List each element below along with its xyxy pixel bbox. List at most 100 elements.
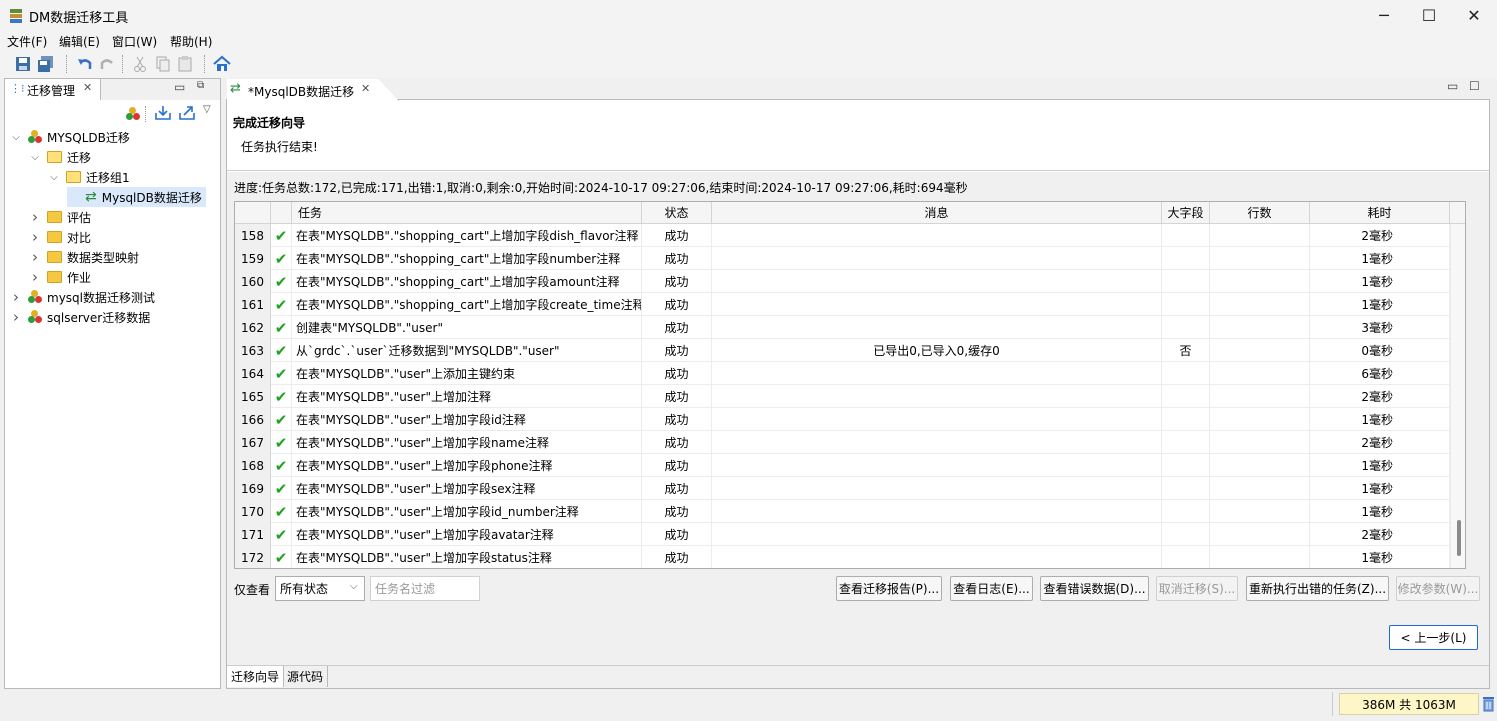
scrollbar-thumb[interactable] (1457, 520, 1461, 556)
chevron-right-icon[interactable]: › (29, 248, 41, 266)
chevron-right-icon[interactable]: › (29, 228, 41, 246)
cancel-migration-button[interactable]: 取消迁移(S)... (1156, 576, 1238, 601)
lob-cell (1162, 523, 1210, 546)
close-tab-icon[interactable]: ✕ (83, 81, 92, 94)
tab-wizard[interactable]: 迁移向导 (227, 666, 285, 687)
table-row[interactable]: 164 ✔ 在表"MYSQLDB"."user"上添加主键约束 成功 6毫秒 (235, 362, 1450, 385)
message-cell (712, 224, 1162, 247)
column-header-lob[interactable]: 大字段 (1162, 202, 1210, 224)
menu-help[interactable]: 帮助(H) (170, 33, 212, 50)
tree-item[interactable]: › 数据类型映射 (29, 247, 139, 267)
folder-icon (47, 231, 62, 243)
table-row[interactable]: 166 ✔ 在表"MYSQLDB"."user"上增加字段id注释 成功 1毫秒 (235, 408, 1450, 431)
table-row[interactable]: 163 ✔ 从`grdc`.`user`迁移数据到"MYSQLDB"."user" 成… (235, 339, 1450, 362)
view-error-data-button[interactable]: 查看错误数据(D)... (1040, 576, 1149, 601)
status-cell: 成功 (642, 339, 712, 362)
status-filter-select[interactable]: 所有状态 ⌵ (275, 576, 365, 601)
table-row[interactable]: 170 ✔ 在表"MYSQLDB"."user"上增加字段id_number注释 成功… (235, 500, 1450, 523)
chevron-down-icon[interactable]: ⌵ (29, 152, 41, 163)
column-header-message[interactable]: 消息 (712, 202, 1162, 224)
chevron-down-icon[interactable]: ⌵ (48, 172, 60, 183)
minimize-button[interactable]: ─ (1361, 0, 1407, 31)
menu-edit[interactable]: 编辑(E) (59, 33, 100, 50)
undo-icon[interactable] (76, 55, 94, 73)
tree-item[interactable]: › sqlserver迁移数据 (10, 307, 150, 327)
tree-item[interactable]: ⌵ 迁移组1 (48, 167, 129, 187)
chevron-right-icon[interactable]: › (10, 308, 22, 326)
garbage-collect-icon[interactable] (1482, 695, 1495, 712)
time-cell: 1毫秒 (1310, 500, 1450, 523)
table-row[interactable]: 169 ✔ 在表"MYSQLDB"."user"上增加字段sex注释 成功 1毫秒 (235, 477, 1450, 500)
table-row[interactable]: 168 ✔ 在表"MYSQLDB"."user"上增加字段phone注释 成功 1毫秒 (235, 454, 1450, 477)
tree-item[interactable]: › 对比 (29, 227, 91, 247)
tab-mysqldb-migration[interactable]: ⇄ *MysqlDB数据迁移 ✕ (227, 79, 399, 101)
status-cell: 成功 (642, 408, 712, 431)
chevron-right-icon[interactable]: › (29, 208, 41, 226)
tree-item[interactable]: › 作业 (29, 267, 91, 287)
save-icon[interactable] (14, 55, 32, 73)
rows-cell (1210, 339, 1310, 362)
tree-item-label: mysql数据迁移测试 (47, 290, 155, 305)
tree-item[interactable]: ⌵ MYSQLDB迁移 (10, 127, 130, 147)
table-row[interactable]: 161 ✔ 在表"MYSQLDB"."shopping_cart"上增加字段crea… (235, 293, 1450, 316)
column-header-task[interactable]: 任务 (292, 202, 642, 224)
table-row[interactable]: 158 ✔ 在表"MYSQLDB"."shopping_cart"上增加字段dish… (235, 224, 1450, 247)
maximize-editor-icon[interactable]: ☐ (1469, 79, 1480, 93)
vertical-scrollbar[interactable] (1450, 224, 1465, 568)
close-button[interactable]: ✕ (1451, 0, 1497, 31)
view-menu-chevron-icon[interactable]: ▽ (203, 104, 211, 115)
tree-item[interactable]: › 评估 (29, 207, 91, 227)
view-report-button[interactable]: 查看迁移报告(P)... (836, 576, 942, 601)
new-project-icon[interactable] (126, 107, 140, 121)
lob-cell (1162, 385, 1210, 408)
success-check-icon: ✔ (271, 293, 292, 316)
migration-icon: ⇄ (85, 189, 97, 205)
table-row[interactable]: 162 ✔ 创建表"MYSQLDB"."user" 成功 3毫秒 (235, 316, 1450, 339)
tree-item[interactable]: ⌵ 迁移 (29, 147, 91, 167)
maximize-button[interactable]: ☐ (1406, 0, 1452, 31)
save-all-icon[interactable] (37, 55, 55, 73)
export-icon[interactable] (178, 105, 196, 121)
column-header-rows[interactable]: 行数 (1210, 202, 1310, 224)
chevron-right-icon[interactable]: › (10, 288, 22, 306)
tree-item[interactable]: ⇄ MysqlDB数据迁移 (67, 187, 206, 207)
menu-window[interactable]: 窗口(W) (112, 33, 157, 50)
previous-step-button[interactable]: < 上一步(L) (1389, 625, 1478, 650)
column-header-status[interactable]: 状态 (642, 202, 712, 224)
menu-bar (0, 31, 1497, 51)
time-cell: 2毫秒 (1310, 224, 1450, 247)
time-cell: 1毫秒 (1310, 247, 1450, 270)
minimize-view-icon[interactable]: ▭ (174, 80, 185, 94)
status-cell: 成功 (642, 270, 712, 293)
view-log-button[interactable]: 查看日志(E)... (950, 576, 1033, 601)
task-name-filter-input[interactable]: 任务名过滤 (370, 576, 480, 601)
rows-cell (1210, 408, 1310, 431)
import-icon[interactable] (154, 105, 172, 121)
task-cell: 从`grdc`.`user`迁移数据到"MYSQLDB"."user" (292, 339, 642, 362)
tree-item-label: MysqlDB数据迁移 (101, 190, 202, 205)
table-row[interactable]: 165 ✔ 在表"MYSQLDB"."user"上增加注释 成功 2毫秒 (235, 385, 1450, 408)
success-check-icon: ✔ (271, 477, 292, 500)
table-row[interactable]: 167 ✔ 在表"MYSQLDB"."user"上增加字段name注释 成功 2毫秒 (235, 431, 1450, 454)
chevron-right-icon[interactable]: › (29, 268, 41, 286)
message-cell (712, 293, 1162, 316)
tab-migration-manager[interactable]: ⋮⁝ 迁移管理 ✕ (5, 79, 101, 100)
chevron-down-icon[interactable]: ⌵ (10, 132, 22, 143)
close-tab-icon[interactable]: ✕ (361, 82, 370, 95)
editor-tabbar (226, 78, 1490, 100)
minimize-editor-icon[interactable]: ▭ (1447, 79, 1458, 93)
column-header-time[interactable]: 耗时 (1310, 202, 1450, 224)
success-check-icon: ✔ (271, 339, 292, 362)
menu-file[interactable]: 文件(F) (7, 33, 47, 50)
maximize-view-icon[interactable]: ⧉ (197, 80, 204, 91)
table-row[interactable]: 160 ✔ 在表"MYSQLDB"."shopping_cart"上增加字段amou… (235, 270, 1450, 293)
table-row[interactable]: 159 ✔ 在表"MYSQLDB"."shopping_cart"上增加字段numb… (235, 247, 1450, 270)
tree-item[interactable]: › mysql数据迁移测试 (10, 287, 155, 307)
modify-params-button[interactable]: 修改参数(W)... (1396, 576, 1480, 601)
home-icon[interactable] (213, 55, 231, 73)
lob-cell: 否 (1162, 339, 1210, 362)
rerun-failed-tasks-button[interactable]: 重新执行出错的任务(Z)... (1246, 576, 1389, 601)
table-row[interactable]: 171 ✔ 在表"MYSQLDB"."user"上增加字段avatar注释 成功 2毫秒 (235, 523, 1450, 546)
table-row[interactable]: 172 ✔ 在表"MYSQLDB"."user"上增加字段status注释 成功 1毫秒 (235, 546, 1450, 568)
tab-source-code[interactable]: 源代码 (283, 666, 329, 687)
